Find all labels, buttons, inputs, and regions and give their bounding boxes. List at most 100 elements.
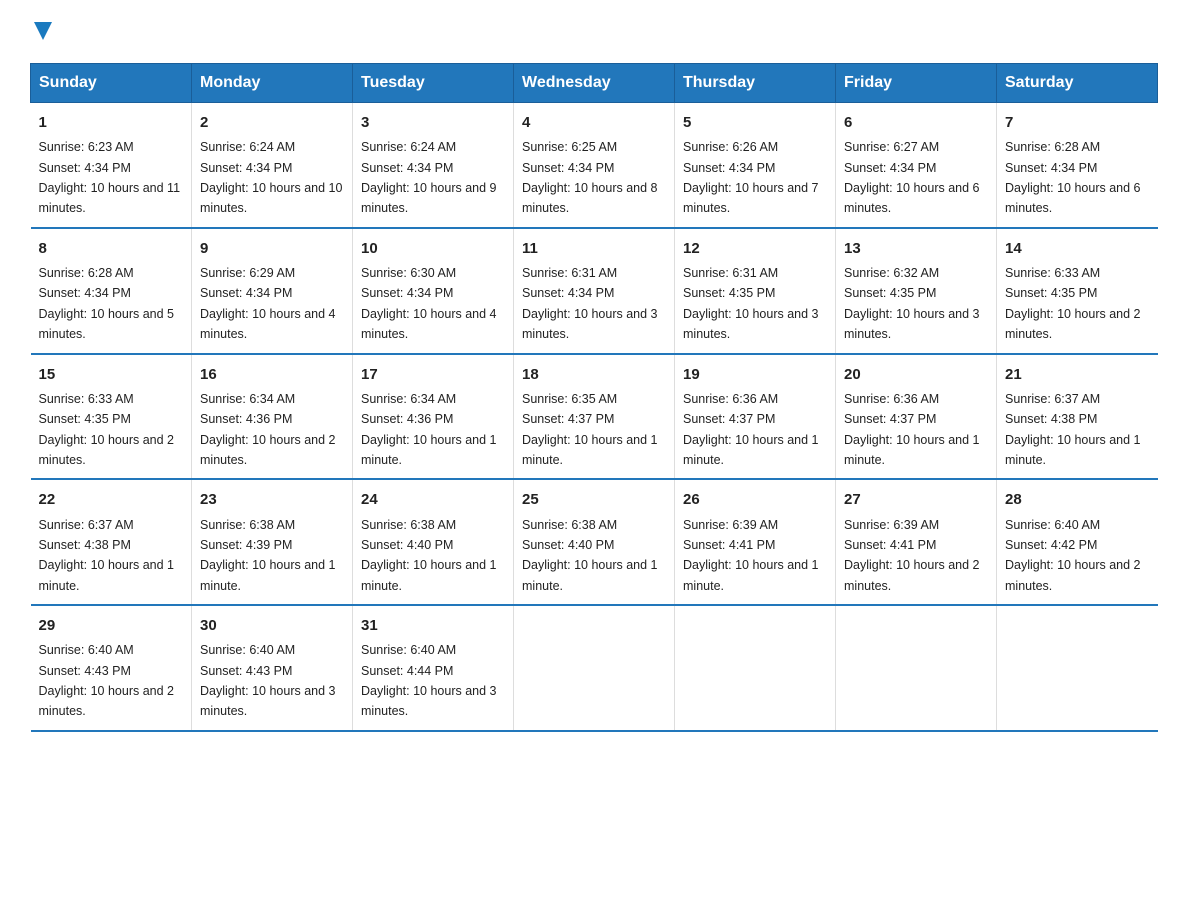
day-number: 20	[844, 363, 988, 386]
col-friday: Friday	[836, 64, 997, 103]
logo-arrow-icon	[32, 20, 54, 42]
day-number: 26	[683, 488, 827, 511]
day-info: Sunrise: 6:39 AMSunset: 4:41 PMDaylight:…	[844, 518, 980, 593]
calendar-cell: 24 Sunrise: 6:38 AMSunset: 4:40 PMDayligh…	[353, 479, 514, 605]
day-info: Sunrise: 6:33 AMSunset: 4:35 PMDaylight:…	[39, 392, 175, 467]
day-info: Sunrise: 6:24 AMSunset: 4:34 PMDaylight:…	[361, 140, 497, 215]
day-info: Sunrise: 6:38 AMSunset: 4:40 PMDaylight:…	[522, 518, 658, 593]
calendar-cell: 18 Sunrise: 6:35 AMSunset: 4:37 PMDayligh…	[514, 354, 675, 480]
day-number: 2	[200, 111, 344, 134]
calendar-cell	[514, 605, 675, 731]
day-number: 22	[39, 488, 184, 511]
day-info: Sunrise: 6:30 AMSunset: 4:34 PMDaylight:…	[361, 266, 497, 341]
day-number: 31	[361, 614, 505, 637]
calendar-cell: 8 Sunrise: 6:28 AMSunset: 4:34 PMDaylight…	[31, 228, 192, 354]
day-number: 24	[361, 488, 505, 511]
calendar-cell: 21 Sunrise: 6:37 AMSunset: 4:38 PMDayligh…	[997, 354, 1158, 480]
calendar-cell: 14Sunrise: 6:33 AMSunset: 4:35 PMDayligh…	[997, 228, 1158, 354]
day-info: Sunrise: 6:37 AMSunset: 4:38 PMDaylight:…	[1005, 392, 1141, 467]
day-info: Sunrise: 6:32 AMSunset: 4:35 PMDaylight:…	[844, 266, 980, 341]
day-info: Sunrise: 6:27 AMSunset: 4:34 PMDaylight:…	[844, 140, 980, 215]
calendar-cell	[836, 605, 997, 731]
calendar-cell: 11Sunrise: 6:31 AMSunset: 4:34 PMDayligh…	[514, 228, 675, 354]
calendar-cell: 19Sunrise: 6:36 AMSunset: 4:37 PMDayligh…	[675, 354, 836, 480]
day-number: 13	[844, 237, 988, 260]
calendar-cell: 31Sunrise: 6:40 AMSunset: 4:44 PMDayligh…	[353, 605, 514, 731]
calendar-week-row: 8 Sunrise: 6:28 AMSunset: 4:34 PMDaylight…	[31, 228, 1158, 354]
day-number: 29	[39, 614, 184, 637]
day-number: 10	[361, 237, 505, 260]
calendar-cell	[997, 605, 1158, 731]
day-info: Sunrise: 6:28 AMSunset: 4:34 PMDaylight:…	[39, 266, 175, 341]
day-info: Sunrise: 6:23 AMSunset: 4:34 PMDaylight:…	[39, 140, 181, 215]
calendar-cell: 13 Sunrise: 6:32 AMSunset: 4:35 PMDayligh…	[836, 228, 997, 354]
calendar-cell: 29Sunrise: 6:40 AMSunset: 4:43 PMDayligh…	[31, 605, 192, 731]
day-number: 21	[1005, 363, 1150, 386]
calendar-week-row: 29 Sunrise: 6:40 AMSunset: 4:43 PMDayligh…	[31, 605, 1158, 731]
day-number: 27	[844, 488, 988, 511]
calendar-cell: 3 Sunrise: 6:24 AMSunset: 4:34 PMDaylight…	[353, 103, 514, 228]
day-info: Sunrise: 6:36 AMSunset: 4:37 PMDaylight:…	[844, 392, 980, 467]
day-number: 4	[522, 111, 666, 134]
day-number: 16	[200, 363, 344, 386]
day-info: Sunrise: 6:28 AMSunset: 4:34 PMDaylight:…	[1005, 140, 1141, 215]
day-info: Sunrise: 6:38 AMSunset: 4:40 PMDaylight:…	[361, 518, 497, 593]
page-header	[30, 20, 1158, 47]
calendar-cell: 16 Sunrise: 6:34 AMSunset: 4:36 PMDayligh…	[192, 354, 353, 480]
day-number: 15	[39, 363, 184, 386]
logo	[30, 20, 54, 47]
calendar-cell: 4 Sunrise: 6:25 AMSunset: 4:34 PMDaylight…	[514, 103, 675, 228]
calendar-cell: 2 Sunrise: 6:24 AMSunset: 4:34 PMDaylight…	[192, 103, 353, 228]
day-number: 6	[844, 111, 988, 134]
day-info: Sunrise: 6:38 AMSunset: 4:39 PMDaylight:…	[200, 518, 336, 593]
calendar-cell: 28 Sunrise: 6:40 AMSunset: 4:42 PMDayligh…	[997, 479, 1158, 605]
day-info: Sunrise: 6:35 AMSunset: 4:37 PMDaylight:…	[522, 392, 658, 467]
calendar-header-row: Sunday Monday Tuesday Wednesday Thursday…	[31, 64, 1158, 103]
calendar-cell: 30 Sunrise: 6:40 AMSunset: 4:43 PMDayligh…	[192, 605, 353, 731]
col-saturday: Saturday	[997, 64, 1158, 103]
day-info: Sunrise: 6:33 AMSunset: 4:35 PMDaylight:…	[1005, 266, 1141, 341]
day-number: 7	[1005, 111, 1150, 134]
calendar-cell: 15 Sunrise: 6:33 AMSunset: 4:35 PMDayligh…	[31, 354, 192, 480]
calendar-cell: 26Sunrise: 6:39 AMSunset: 4:41 PMDayligh…	[675, 479, 836, 605]
calendar-week-row: 15 Sunrise: 6:33 AMSunset: 4:35 PMDayligh…	[31, 354, 1158, 480]
calendar-cell: 12Sunrise: 6:31 AMSunset: 4:35 PMDayligh…	[675, 228, 836, 354]
day-info: Sunrise: 6:36 AMSunset: 4:37 PMDaylight:…	[683, 392, 819, 467]
day-number: 9	[200, 237, 344, 260]
calendar-cell: 17Sunrise: 6:34 AMSunset: 4:36 PMDayligh…	[353, 354, 514, 480]
day-number: 12	[683, 237, 827, 260]
day-number: 28	[1005, 488, 1150, 511]
day-info: Sunrise: 6:25 AMSunset: 4:34 PMDaylight:…	[522, 140, 658, 215]
day-number: 8	[39, 237, 184, 260]
calendar-cell: 27 Sunrise: 6:39 AMSunset: 4:41 PMDayligh…	[836, 479, 997, 605]
day-number: 5	[683, 111, 827, 134]
calendar-week-row: 22Sunrise: 6:37 AMSunset: 4:38 PMDayligh…	[31, 479, 1158, 605]
day-info: Sunrise: 6:34 AMSunset: 4:36 PMDaylight:…	[361, 392, 497, 467]
calendar-week-row: 1 Sunrise: 6:23 AMSunset: 4:34 PMDaylight…	[31, 103, 1158, 228]
day-number: 3	[361, 111, 505, 134]
day-info: Sunrise: 6:40 AMSunset: 4:42 PMDaylight:…	[1005, 518, 1141, 593]
col-monday: Monday	[192, 64, 353, 103]
day-info: Sunrise: 6:40 AMSunset: 4:43 PMDaylight:…	[200, 643, 336, 718]
calendar-cell: 22Sunrise: 6:37 AMSunset: 4:38 PMDayligh…	[31, 479, 192, 605]
day-info: Sunrise: 6:26 AMSunset: 4:34 PMDaylight:…	[683, 140, 819, 215]
col-wednesday: Wednesday	[514, 64, 675, 103]
calendar-cell: 25 Sunrise: 6:38 AMSunset: 4:40 PMDayligh…	[514, 479, 675, 605]
day-info: Sunrise: 6:34 AMSunset: 4:36 PMDaylight:…	[200, 392, 336, 467]
calendar-cell: 5 Sunrise: 6:26 AMSunset: 4:34 PMDaylight…	[675, 103, 836, 228]
calendar-cell	[675, 605, 836, 731]
calendar-cell: 10 Sunrise: 6:30 AMSunset: 4:34 PMDayligh…	[353, 228, 514, 354]
day-number: 25	[522, 488, 666, 511]
day-info: Sunrise: 6:24 AMSunset: 4:34 PMDaylight:…	[200, 140, 342, 215]
calendar-cell: 20 Sunrise: 6:36 AMSunset: 4:37 PMDayligh…	[836, 354, 997, 480]
col-sunday: Sunday	[31, 64, 192, 103]
calendar-cell: 7 Sunrise: 6:28 AMSunset: 4:34 PMDaylight…	[997, 103, 1158, 228]
col-tuesday: Tuesday	[353, 64, 514, 103]
day-number: 23	[200, 488, 344, 511]
day-number: 18	[522, 363, 666, 386]
day-number: 30	[200, 614, 344, 637]
day-info: Sunrise: 6:29 AMSunset: 4:34 PMDaylight:…	[200, 266, 336, 341]
calendar-table: Sunday Monday Tuesday Wednesday Thursday…	[30, 63, 1158, 732]
day-number: 1	[39, 111, 184, 134]
calendar-cell: 1 Sunrise: 6:23 AMSunset: 4:34 PMDaylight…	[31, 103, 192, 228]
